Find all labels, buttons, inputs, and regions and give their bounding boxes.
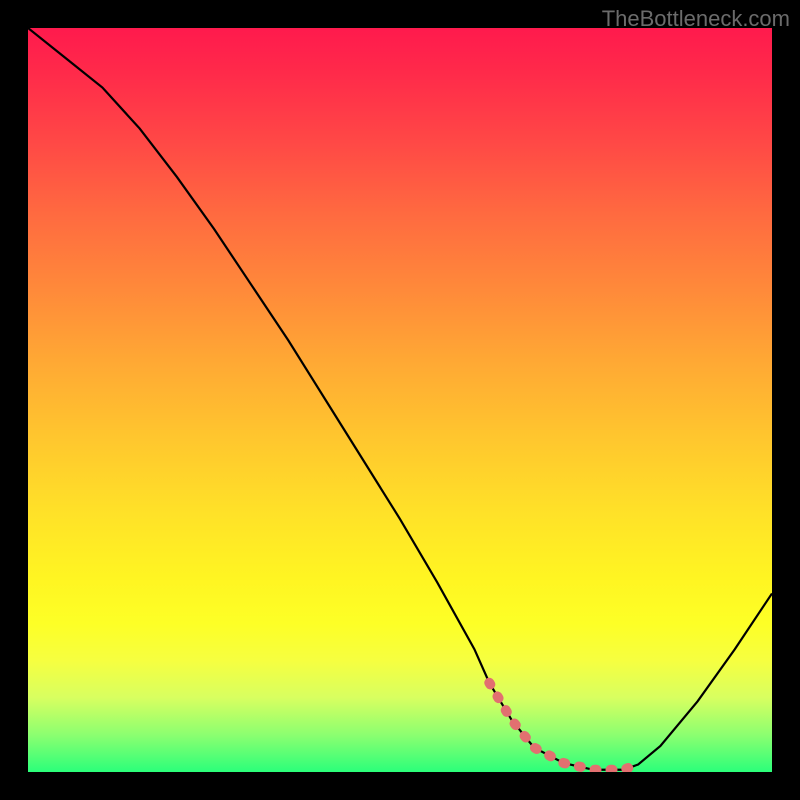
chart-plot-area — [28, 28, 772, 772]
chart-svg-overlay — [28, 28, 772, 772]
watermark-text: TheBottleneck.com — [602, 6, 790, 32]
bottleneck-curve-line — [28, 28, 772, 770]
optimal-range-highlight — [489, 683, 638, 770]
